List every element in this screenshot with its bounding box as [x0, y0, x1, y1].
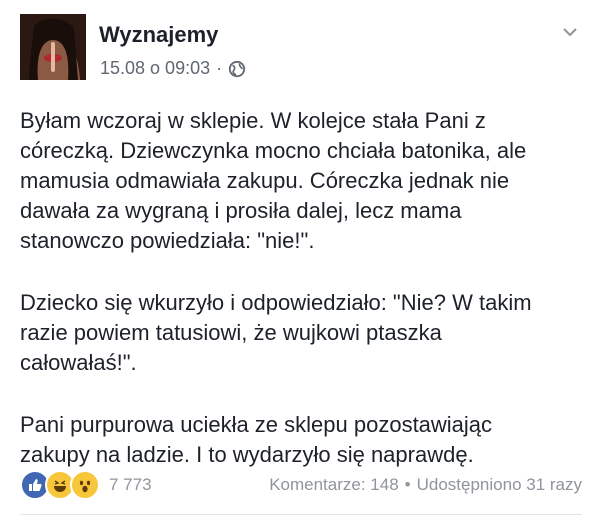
shares-link[interactable]: Udostępniono 31 razy: [417, 475, 582, 495]
post-header: Wyznajemy 15.08 o 09:03 ·: [20, 14, 586, 86]
post-paragraph: Pani purpurowa uciekła ze sklepu pozosta…: [20, 412, 493, 467]
reactions-summary[interactable]: 7 773: [20, 470, 152, 500]
reaction-count: 7 773: [109, 475, 152, 494]
post-stats: Komentarze: 148 • Udostępniono 31 razy: [269, 475, 582, 495]
chevron-down-icon[interactable]: [560, 22, 580, 42]
post-paragraph: Dziecko się wkurzyło i odpowiedziało: "N…: [20, 290, 532, 375]
post-body: Byłam wczoraj w sklepie. W kolejce stała…: [20, 106, 582, 470]
meta-separator: ·: [216, 58, 223, 78]
globe-icon: [229, 60, 246, 77]
comments-link[interactable]: Komentarze: 148: [269, 475, 398, 495]
footer-divider: [20, 514, 582, 515]
page-avatar[interactable]: [20, 14, 86, 80]
stats-separator: •: [404, 475, 411, 494]
post-meta: 15.08 o 09:03 ·: [100, 58, 246, 79]
post-paragraph: Byłam wczoraj w sklepie. W kolejce stała…: [20, 108, 527, 253]
post-timestamp[interactable]: 15.08 o 09:03: [100, 58, 210, 79]
post-footer: 7 773 Komentarze: 148 • Udostępniono 31 …: [20, 470, 582, 500]
wow-icon: [70, 470, 100, 500]
page-name-link[interactable]: Wyznajemy: [99, 22, 218, 48]
avatar-image: [20, 14, 86, 80]
